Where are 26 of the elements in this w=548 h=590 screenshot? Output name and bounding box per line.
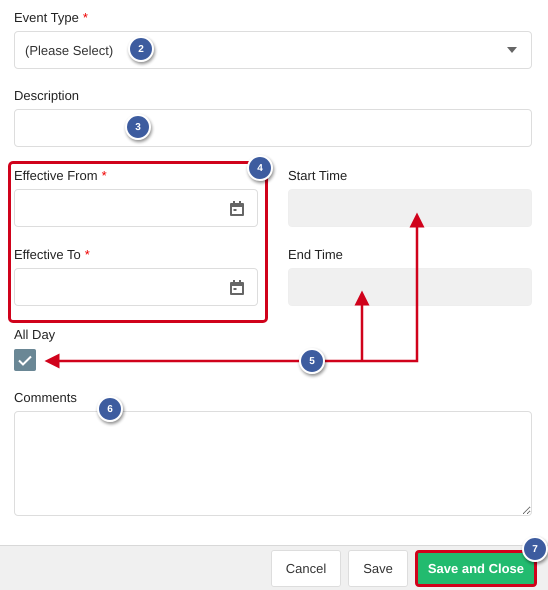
checkbox[interactable] (14, 349, 36, 371)
calendar-icon (230, 200, 244, 216)
field-label: Event Type (14, 10, 79, 26)
field-label: Start Time (288, 168, 348, 184)
date-field[interactable] (14, 189, 258, 227)
field-label: Comments (14, 390, 77, 406)
callout-badge: 6 (97, 396, 123, 422)
callout-badge: 7 (522, 536, 548, 562)
callout-badge: 5 (299, 348, 325, 374)
checkmark-icon (18, 354, 32, 366)
field-label: Effective From (14, 168, 98, 184)
button[interactable]: Save (348, 550, 408, 586)
caret-icon (507, 47, 517, 53)
button[interactable]: Cancel (270, 550, 342, 586)
callout-badge: 4 (247, 155, 273, 181)
required-mark: * (84, 247, 90, 262)
required-mark: * (102, 168, 107, 183)
field-label: Effective To (14, 247, 81, 263)
field-label: Description (14, 88, 80, 104)
input-field[interactable] (14, 109, 532, 147)
field-label: All Day (14, 327, 56, 343)
comments-field[interactable] (14, 411, 532, 516)
required-mark: * (82, 10, 88, 25)
date-field[interactable] (14, 268, 258, 306)
field-label: End Time (288, 247, 343, 263)
calendar-icon (230, 280, 244, 294)
